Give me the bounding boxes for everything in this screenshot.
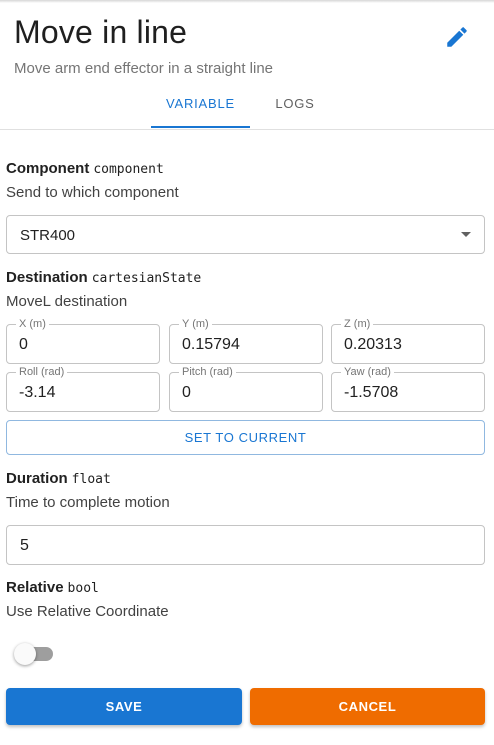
pitch-field-label: Pitch (rad): [179, 365, 236, 379]
destination-title: Destination: [6, 269, 88, 286]
duration-description: Time to complete motion: [6, 494, 170, 511]
page-subtitle: Move arm end effector in a straight line: [14, 60, 274, 77]
roll-field[interactable]: Roll (rad): [6, 365, 160, 412]
component-heading: Component component: [6, 160, 164, 177]
roll-input[interactable]: [19, 384, 149, 402]
z-input[interactable]: [344, 336, 474, 354]
yaw-input[interactable]: [344, 384, 474, 402]
pitch-input[interactable]: [182, 384, 312, 402]
relative-title: Relative: [6, 579, 64, 596]
duration-heading: Duration float: [6, 470, 111, 487]
relative-heading: Relative bool: [6, 579, 99, 596]
y-input[interactable]: [182, 336, 312, 354]
cancel-button[interactable]: CANCEL: [250, 688, 485, 725]
component-select[interactable]: STR400: [6, 215, 485, 254]
destination-description: MoveL destination: [6, 293, 128, 310]
top-divider: [0, 0, 494, 3]
save-button[interactable]: SAVE: [6, 688, 242, 725]
relative-description: Use Relative Coordinate: [6, 603, 169, 620]
y-field-label: Y (m): [179, 317, 212, 331]
relative-toggle[interactable]: [14, 642, 54, 666]
tab-logs[interactable]: LOGS: [264, 96, 326, 111]
x-field-label: X (m): [16, 317, 49, 331]
y-field[interactable]: Y (m): [169, 317, 323, 364]
z-field-label: Z (m): [341, 317, 374, 331]
tabs-divider: [0, 129, 494, 130]
duration-input[interactable]: [20, 537, 460, 555]
destination-heading: Destination cartesianState: [6, 269, 201, 286]
roll-field-label: Roll (rad): [16, 365, 68, 379]
duration-type: float: [71, 472, 111, 487]
component-title: Component: [6, 160, 90, 177]
component-description: Send to which component: [6, 184, 179, 201]
active-tab-indicator: [151, 126, 250, 128]
yaw-field-label: Yaw (rad): [341, 365, 394, 379]
x-input[interactable]: [19, 336, 149, 354]
edit-button[interactable]: [444, 24, 470, 50]
yaw-field[interactable]: Yaw (rad): [331, 365, 485, 412]
pitch-field[interactable]: Pitch (rad): [169, 365, 323, 412]
component-type: component: [93, 162, 164, 177]
x-field[interactable]: X (m): [6, 317, 160, 364]
duration-field[interactable]: [6, 525, 485, 565]
pencil-icon: [447, 27, 467, 47]
duration-title: Duration: [6, 470, 68, 487]
set-to-current-button[interactable]: SET TO CURRENT: [6, 420, 485, 455]
destination-type: cartesianState: [91, 271, 202, 286]
dropdown-arrow-icon: [461, 232, 471, 237]
tab-variable[interactable]: VARIABLE: [151, 96, 250, 111]
relative-type: bool: [67, 581, 99, 596]
z-field[interactable]: Z (m): [331, 317, 485, 364]
page-title: Move in line: [14, 14, 188, 50]
component-select-value: STR400: [20, 227, 76, 244]
toggle-thumb: [14, 643, 36, 665]
